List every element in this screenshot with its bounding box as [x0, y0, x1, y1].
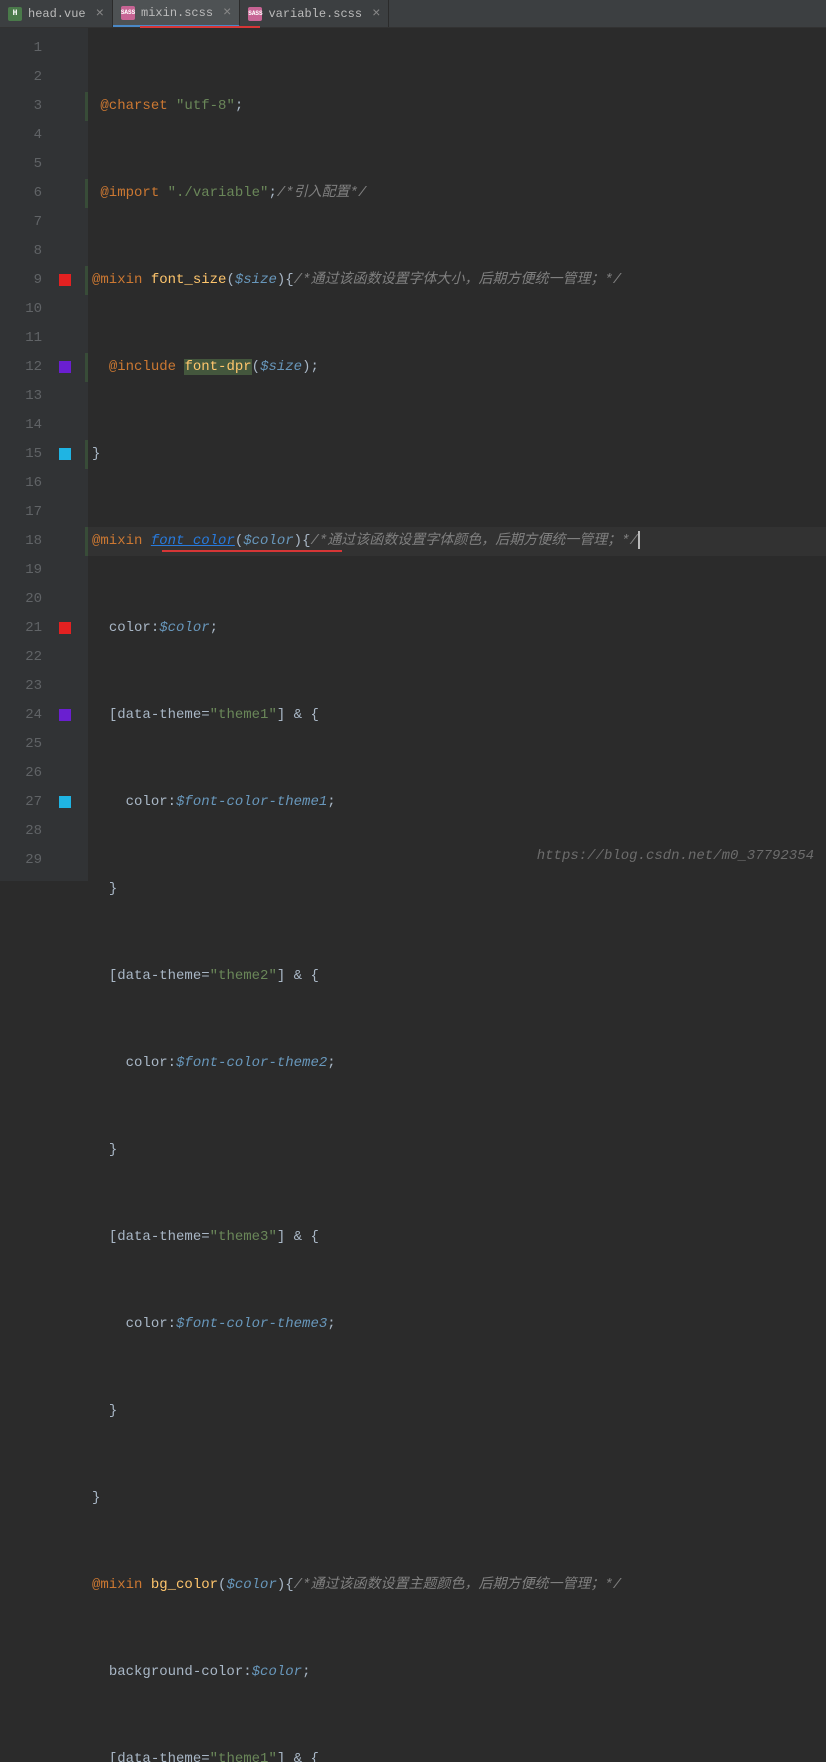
color-swatch-purple[interactable]: [59, 361, 71, 373]
tab-label: variable.scss: [268, 7, 362, 21]
line-number: 20: [0, 585, 42, 614]
code-line[interactable]: color:$font-color-theme3;: [88, 1310, 826, 1339]
line-number: 8: [0, 237, 42, 266]
line-number: 19: [0, 556, 42, 585]
code-line[interactable]: @charset "utf-8";: [88, 92, 826, 121]
line-number: 22: [0, 643, 42, 672]
color-swatch-red[interactable]: [59, 274, 71, 286]
line-number: 23: [0, 672, 42, 701]
vue-file-icon: H: [8, 7, 22, 21]
line-number-gutter: 1 2 3 4 5 6 7 8 9 10 11 12 13 14 15 16 1…: [0, 28, 58, 881]
code-line[interactable]: color:$font-color-theme2;: [88, 1049, 826, 1078]
line-number: 7: [0, 208, 42, 237]
code-line[interactable]: }: [88, 1397, 826, 1426]
line-number: 16: [0, 469, 42, 498]
line-number: 25: [0, 730, 42, 759]
line-number: 3: [0, 92, 42, 121]
code-line[interactable]: [data-theme="theme2"] & {: [88, 962, 826, 991]
line-number: 4: [0, 121, 42, 150]
tab-head-vue[interactable]: H head.vue ×: [0, 0, 113, 27]
tab-label: mixin.scss: [141, 6, 213, 20]
line-number: 24: [0, 701, 42, 730]
close-icon[interactable]: ×: [372, 6, 380, 22]
tabs-bar: H head.vue × SASS mixin.scss × SASS vari…: [0, 0, 826, 28]
line-number: 14: [0, 411, 42, 440]
code-line[interactable]: }: [88, 1484, 826, 1513]
text-cursor: [638, 531, 640, 549]
line-number: 5: [0, 150, 42, 179]
line-number: 6: [0, 179, 42, 208]
code-line[interactable]: @mixin font_size($size){/*通过该函数设置字体大小，后期…: [88, 266, 826, 295]
tab-mixin-scss[interactable]: SASS mixin.scss ×: [113, 0, 240, 27]
line-number: 12: [0, 353, 42, 382]
watermark-text: https://blog.csdn.net/m0_37792354: [537, 842, 814, 871]
line-number: 17: [0, 498, 42, 527]
sass-file-icon: SASS: [248, 7, 262, 21]
sass-file-icon: SASS: [121, 6, 135, 20]
line-number: 13: [0, 382, 42, 411]
code-line[interactable]: color:$font-color-theme1;: [88, 788, 826, 817]
line-number: 10: [0, 295, 42, 324]
code-line[interactable]: }: [88, 875, 826, 904]
code-line[interactable]: color:$color;: [88, 614, 826, 643]
code-line[interactable]: @include font-dpr($size);: [88, 353, 826, 382]
line-number: 18: [0, 527, 42, 556]
annotation-underline: [162, 550, 342, 552]
code-line[interactable]: [data-theme="theme1"] & {: [88, 701, 826, 730]
line-number: 21: [0, 614, 42, 643]
code-area[interactable]: @charset "utf-8"; @import "./variable";/…: [88, 28, 826, 881]
line-number: 27: [0, 788, 42, 817]
tab-label: head.vue: [28, 7, 86, 21]
code-line[interactable]: }: [88, 1136, 826, 1165]
code-line[interactable]: @import "./variable";/*引入配置*/: [88, 179, 826, 208]
line-number: 9: [0, 266, 42, 295]
line-number: 15: [0, 440, 42, 469]
editor-area: 1 2 3 4 5 6 7 8 9 10 11 12 13 14 15 16 1…: [0, 28, 826, 881]
code-line[interactable]: }: [88, 440, 826, 469]
color-swatch-cyan[interactable]: [59, 796, 71, 808]
line-number: 11: [0, 324, 42, 353]
line-number: 29: [0, 846, 42, 875]
code-line[interactable]: @mixin bg_color($color){/*通过该函数设置主题颜色，后期…: [88, 1571, 826, 1600]
color-swatch-red[interactable]: [59, 622, 71, 634]
line-number: 28: [0, 817, 42, 846]
code-line[interactable]: [data-theme="theme3"] & {: [88, 1223, 826, 1252]
gutter-annotations: [58, 28, 88, 881]
color-swatch-cyan[interactable]: [59, 448, 71, 460]
tab-variable-scss[interactable]: SASS variable.scss ×: [240, 0, 389, 27]
code-line[interactable]: [data-theme="theme1"] & {: [88, 1745, 826, 1762]
color-swatch-purple[interactable]: [59, 709, 71, 721]
line-number: 26: [0, 759, 42, 788]
close-icon[interactable]: ×: [96, 6, 104, 22]
line-number: 1: [0, 34, 42, 63]
code-line[interactable]: background-color:$color;: [88, 1658, 826, 1687]
close-icon[interactable]: ×: [223, 5, 231, 21]
line-number: 2: [0, 63, 42, 92]
